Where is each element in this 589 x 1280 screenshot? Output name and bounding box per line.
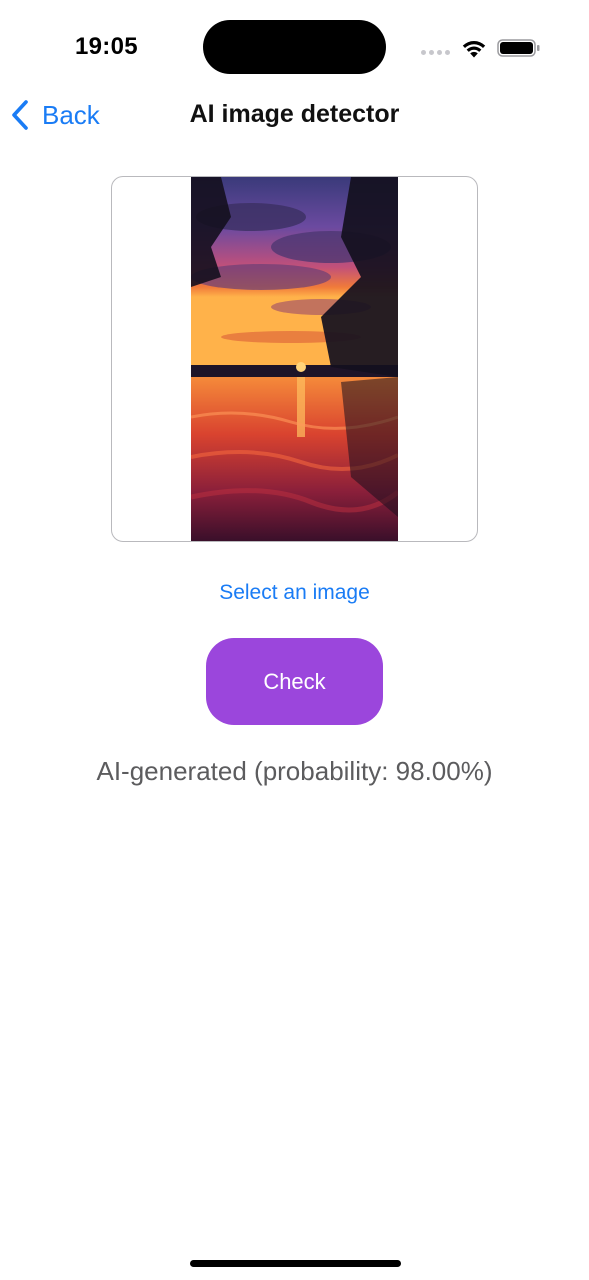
selected-photo <box>191 177 398 541</box>
check-button[interactable]: Check <box>206 638 383 725</box>
cellular-signal-icon <box>421 50 451 58</box>
dynamic-island <box>203 20 386 74</box>
select-image-link[interactable]: Select an image <box>0 581 589 605</box>
image-preview <box>111 176 478 542</box>
status-time: 19:05 <box>75 33 138 60</box>
wifi-icon <box>462 41 486 58</box>
detection-result: AI-generated (probability: 98.00%) <box>96 756 493 786</box>
home-indicator[interactable] <box>190 1260 401 1267</box>
page-title: AI image detector <box>189 100 400 128</box>
battery-icon <box>497 39 540 57</box>
